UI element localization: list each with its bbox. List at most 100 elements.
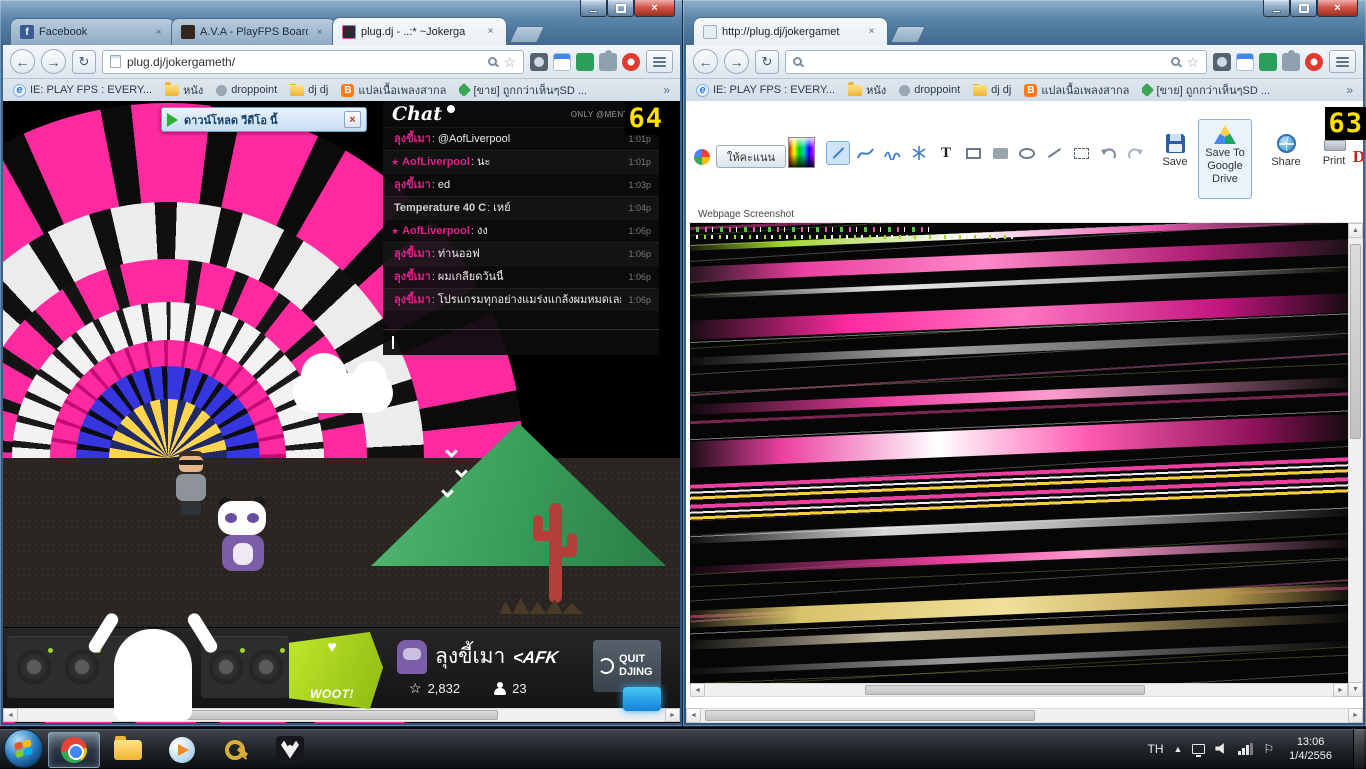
screenshot-extension-icon[interactable]	[1213, 52, 1231, 71]
clock[interactable]: 13:06 1/4/2556	[1284, 735, 1337, 763]
scroll-up-arrow[interactable]: ▲	[1348, 223, 1363, 238]
forward-button[interactable]: →	[41, 49, 66, 74]
line-tool[interactable]	[826, 141, 850, 165]
network-tray-icon[interactable]	[1238, 742, 1254, 755]
bookmark-item[interactable]: [ขาย] ถูกกว่าเห็นๆSD ...	[459, 81, 587, 99]
tab-close-icon[interactable]: ×	[865, 25, 878, 38]
rate-button[interactable]: ให้คะแนน	[716, 145, 787, 168]
chrome-taskbar-button[interactable]	[48, 731, 100, 768]
scrollbar-thumb[interactable]	[168, 710, 498, 720]
ellipse-tool[interactable]	[1015, 141, 1039, 165]
close-button[interactable]: ×	[634, 0, 675, 17]
scroll-left-arrow[interactable]: ◄	[686, 708, 701, 723]
video-download-bar[interactable]: ดาวน์โหลด วีดีโอ นี้ ×	[161, 107, 367, 132]
screenshot-extension-icon[interactable]	[530, 52, 548, 71]
rectangle-tool[interactable]	[961, 141, 985, 165]
bookmark-item[interactable]: droppoint	[899, 84, 960, 96]
bookmarks-overflow-chevron[interactable]: »	[663, 83, 670, 97]
back-button[interactable]: ←	[693, 49, 718, 74]
maximize-button[interactable]	[607, 0, 634, 17]
scribble-tool[interactable]	[880, 141, 904, 165]
download-bar-close-button[interactable]: ×	[344, 111, 361, 128]
undo-button[interactable]	[1096, 141, 1120, 165]
new-tab-button[interactable]	[890, 26, 926, 43]
language-indicator[interactable]: TH	[1147, 742, 1163, 756]
page-horizontal-scrollbar[interactable]: ◄ ►	[686, 708, 1363, 723]
red-extension-icon[interactable]	[622, 52, 640, 71]
message-author[interactable]: Temperature 40 C	[394, 201, 490, 215]
message-author[interactable]: ลุงขี้เมา	[394, 293, 435, 307]
message-author[interactable]: AofLiverpool	[402, 155, 474, 169]
scrollbar-track[interactable]	[705, 683, 1333, 697]
scrollbar-track[interactable]	[1348, 238, 1363, 682]
forward-button[interactable]: →	[724, 49, 749, 74]
redo-button[interactable]	[1123, 141, 1147, 165]
blur-tool[interactable]	[907, 141, 931, 165]
scrollbar-track[interactable]	[701, 708, 1348, 723]
address-bar[interactable]: ☆	[785, 49, 1207, 74]
chat-input[interactable]	[383, 329, 659, 355]
calendar-extension-icon[interactable]	[553, 52, 571, 71]
tab-close-icon[interactable]: ×	[313, 26, 326, 39]
reload-button[interactable]: ↻	[72, 49, 96, 74]
media-player-taskbar-button[interactable]	[156, 732, 208, 768]
calendar-extension-icon[interactable]	[1236, 52, 1254, 71]
bookmark-star-icon[interactable]: ☆	[503, 55, 516, 69]
display-tray-icon[interactable]	[1192, 743, 1206, 757]
text-tool[interactable]: T	[934, 141, 958, 165]
vertical-scrollbar[interactable]: ▲ ▼	[1348, 223, 1363, 697]
bookmark-item[interactable]: หนัง	[165, 81, 203, 99]
tab-close-icon[interactable]: ×	[152, 26, 165, 39]
avatar-dj[interactable]	[171, 451, 211, 521]
new-tab-button[interactable]	[509, 26, 545, 43]
bookmark-item[interactable]: droppoint	[216, 84, 277, 96]
bookmark-item[interactable]: B แปลเนื้อเพลงสากล	[341, 81, 446, 99]
address-bar[interactable]: plug.dj/jokergameth/ ☆	[102, 49, 524, 74]
start-button[interactable]	[4, 729, 43, 768]
message-author[interactable]: ลุงขี้เมา	[394, 270, 435, 284]
scroll-left-arrow[interactable]: ◄	[690, 683, 705, 697]
drive-extension-icon[interactable]	[576, 52, 594, 71]
crop-select-tool[interactable]	[1069, 141, 1093, 165]
puzzle-extension-icon[interactable]	[599, 49, 617, 71]
scroll-right-arrow[interactable]: ►	[1333, 683, 1348, 697]
bookmark-item[interactable]: [ขาย] ถูกกว่าเห็นๆSD ...	[1142, 81, 1270, 99]
tab-ava-board[interactable]: A.V.A - PlayFPS Board ×	[171, 18, 336, 45]
drive-extension-icon[interactable]	[1259, 52, 1277, 71]
inner-horizontal-scrollbar[interactable]: ◄ ►	[690, 683, 1348, 697]
minimize-button[interactable]	[1263, 0, 1290, 17]
keys-app-taskbar-button[interactable]	[210, 732, 262, 768]
close-button[interactable]: ×	[1317, 0, 1358, 17]
bookmark-item[interactable]: dj dj	[290, 84, 328, 96]
message-author[interactable]: AofLiverpool	[402, 224, 474, 238]
woot-button[interactable]: ♥ WOOT!	[289, 632, 383, 709]
explorer-taskbar-button[interactable]	[102, 732, 154, 768]
minimize-button[interactable]	[580, 0, 607, 17]
hidden-icons-chevron[interactable]: ▲	[1173, 744, 1182, 754]
save-button[interactable]: Save	[1156, 134, 1194, 168]
message-author[interactable]: ลุงขี้เมา	[394, 178, 435, 192]
zoom-icon[interactable]	[1171, 57, 1181, 66]
bookmark-item[interactable]: หนัง	[848, 81, 886, 99]
scroll-right-arrow[interactable]: ►	[1348, 708, 1363, 723]
bookmark-item[interactable]: B แปลเนื้อเพลงสากล	[1024, 81, 1129, 99]
puzzle-extension-icon[interactable]	[1282, 49, 1300, 71]
blue-notification-badge[interactable]	[623, 687, 661, 711]
foobar-taskbar-button[interactable]	[264, 732, 316, 768]
tab-plugdj-screenshot[interactable]: http://plug.dj/jokergamet ×	[693, 17, 888, 45]
filled-rectangle-tool[interactable]	[988, 141, 1012, 165]
save-to-google-drive-button[interactable]: Save To Google Drive	[1198, 119, 1252, 199]
download-link[interactable]: ดาวน์โหลด วีดีโอ นี้	[184, 111, 338, 129]
action-center-flag-icon[interactable]: ⚐	[1263, 742, 1274, 756]
volume-tray-icon[interactable]	[1215, 743, 1224, 754]
scroll-right-arrow[interactable]: ►	[665, 708, 680, 722]
bookmark-item[interactable]: e IE: PLAY FPS : EVERY...	[696, 83, 835, 97]
color-palette-picker[interactable]	[788, 137, 815, 168]
share-button[interactable]: Share	[1266, 134, 1306, 168]
bookmark-item[interactable]: dj dj	[973, 84, 1011, 96]
zoom-icon[interactable]	[488, 57, 498, 66]
bookmark-item[interactable]: e IE: PLAY FPS : EVERY...	[13, 83, 152, 97]
scrollbar-thumb[interactable]	[1350, 244, 1361, 439]
maximize-button[interactable]	[1290, 0, 1317, 17]
scrollbar-thumb[interactable]	[865, 685, 1145, 695]
